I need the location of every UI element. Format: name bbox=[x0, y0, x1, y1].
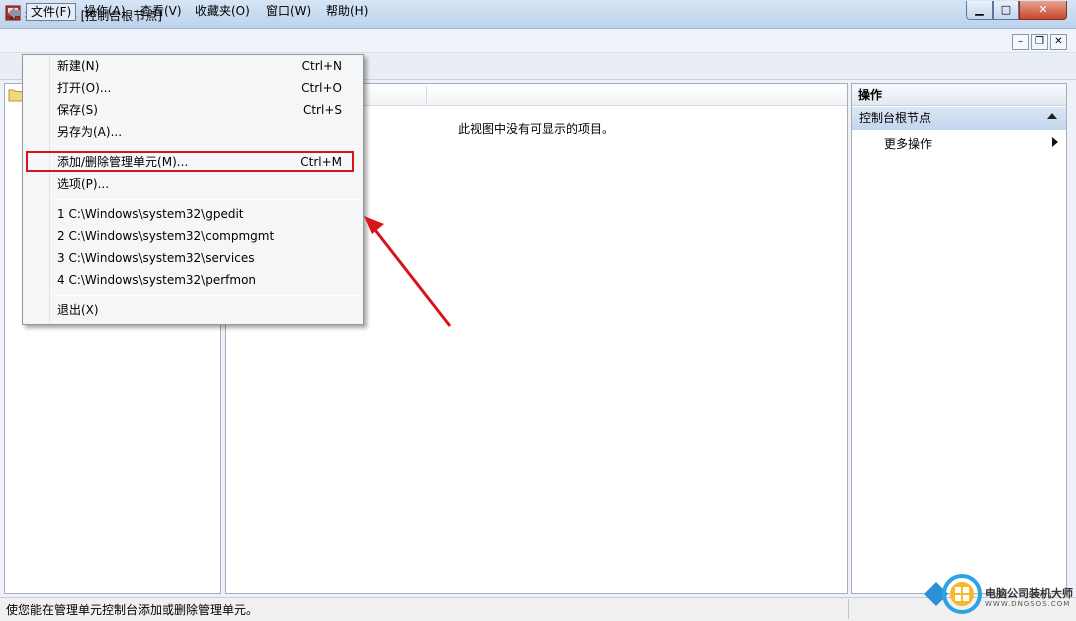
menu-action[interactable]: 操作(A) bbox=[80, 3, 130, 21]
shortcut-new: Ctrl+N bbox=[301, 59, 342, 73]
menu-file[interactable]: 文件(F) bbox=[26, 3, 77, 21]
menu-item-open[interactable]: 打开(O)... bbox=[57, 79, 111, 97]
maximize-button[interactable]: □ bbox=[993, 1, 1019, 20]
child-restore-button[interactable]: ❐ bbox=[1031, 34, 1048, 50]
watermark-title: 电脑公司装机大师 bbox=[985, 587, 1073, 600]
menu-bar bbox=[0, 30, 1076, 53]
shortcut-open: Ctrl+O bbox=[301, 81, 342, 95]
menu-separator bbox=[54, 295, 360, 296]
menu-view[interactable]: 查看(V) bbox=[136, 3, 186, 21]
menu-item-recent-gpedit[interactable]: 1 C:\Windows\system32\gpedit bbox=[57, 205, 244, 223]
menu-item-add-remove-snapin[interactable]: 添加/删除管理单元(M)... bbox=[57, 153, 188, 171]
actions-pane bbox=[851, 83, 1067, 594]
menu-item-recent-services[interactable]: 3 C:\Windows\system32\services bbox=[57, 249, 254, 267]
child-close-button[interactable]: ✕ bbox=[1050, 34, 1067, 50]
more-actions-item[interactable]: 更多操作 bbox=[884, 135, 932, 152]
child-minimize-button[interactable]: – bbox=[1012, 34, 1029, 50]
red-arrow-annotation bbox=[364, 216, 452, 327]
menu-icon-gutter bbox=[49, 55, 50, 324]
status-separator bbox=[848, 599, 849, 619]
minimize-button[interactable]: ▁ bbox=[966, 1, 993, 20]
menu-separator bbox=[54, 199, 360, 200]
actions-group-root-node[interactable]: 控制台根节点 bbox=[852, 107, 1066, 130]
menu-item-exit[interactable]: 退出(X) bbox=[57, 301, 99, 319]
status-text: 使您能在管理单元控制台添加或删除管理单元。 bbox=[6, 603, 259, 617]
menu-window[interactable]: 窗口(W) bbox=[262, 3, 315, 21]
collapse-triangle-icon[interactable] bbox=[1047, 113, 1057, 119]
empty-view-message: 此视图中没有可显示的项目。 bbox=[458, 122, 615, 136]
close-button[interactable]: ✕ bbox=[1019, 1, 1067, 20]
menu-item-new[interactable]: 新建(N) bbox=[57, 57, 99, 75]
menu-item-recent-compmgmt[interactable]: 2 C:\Windows\system32\compmgmt bbox=[57, 227, 274, 245]
menu-favorites[interactable]: 收藏夹(O) bbox=[191, 3, 254, 21]
submenu-arrow-icon bbox=[1052, 137, 1058, 147]
shortcut-save: Ctrl+S bbox=[302, 103, 342, 117]
menu-item-recent-perfmon[interactable]: 4 C:\Windows\system32\perfmon bbox=[57, 271, 256, 289]
shortcut-add-remove-snapin: Ctrl+M bbox=[300, 155, 342, 169]
column-divider[interactable] bbox=[426, 86, 427, 104]
actions-header: 操作 bbox=[852, 84, 1066, 106]
menu-item-save-as[interactable]: 另存为(A)... bbox=[57, 123, 122, 141]
menu-separator bbox=[54, 146, 360, 147]
watermark-subtitle: WWW.DNGSOS.COM bbox=[985, 600, 1071, 608]
menu-item-save[interactable]: 保存(S) bbox=[57, 101, 98, 119]
menu-help[interactable]: 帮助(H) bbox=[322, 3, 372, 21]
back-arrow-icon[interactable] bbox=[6, 5, 22, 21]
menu-item-options[interactable]: 选项(P)... bbox=[57, 175, 109, 193]
